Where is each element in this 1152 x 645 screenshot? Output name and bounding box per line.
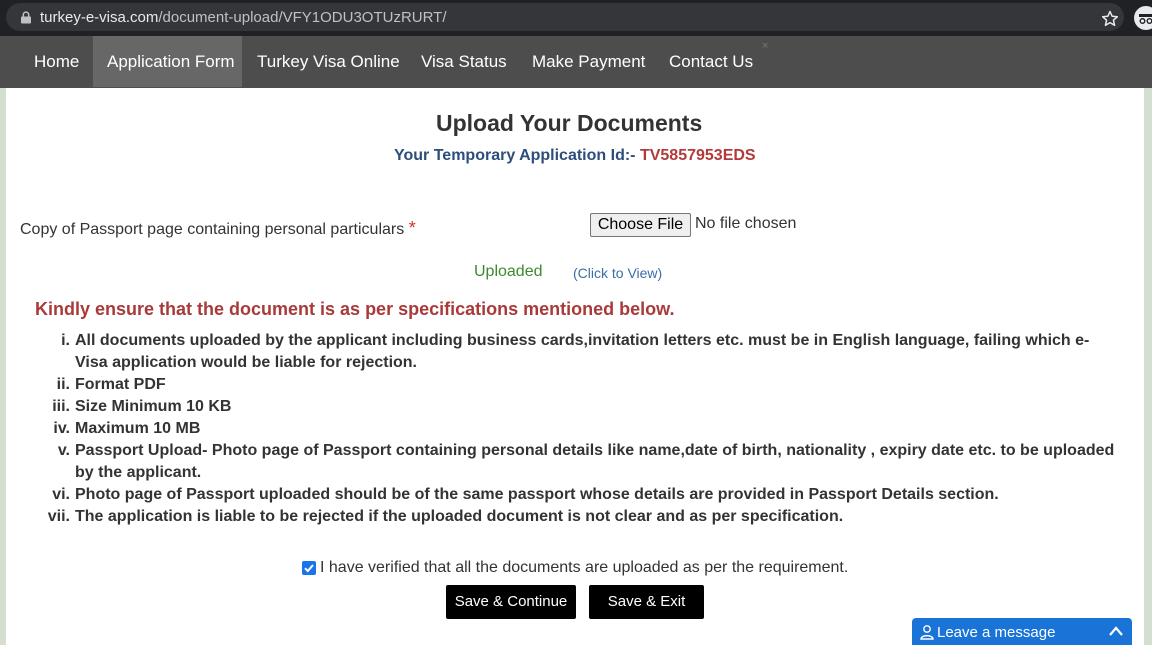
spec-text: All documents uploaded by the applicant … [75,332,1090,349]
spec-text: Passport Upload- Photo page of Passport … [75,442,1115,459]
nav-visa-status[interactable]: Visa Status [421,36,507,87]
spec-number: ii. [56,376,70,393]
click-to-view-link[interactable]: (Click to View) [573,265,662,281]
main-nav: Home Application Form Turkey Visa Online… [0,36,1152,88]
spec-text: by the applicant. [75,464,202,481]
file-status: No file chosen [695,215,797,232]
spec-number: iii. [52,398,70,415]
spec-text: Size Minimum 10 KB [75,398,232,415]
application-id: Your Temporary Application Id:- TV585795… [394,147,756,165]
chevron-up-icon[interactable] [1108,625,1124,637]
spec-number: i. [61,332,70,349]
spec-text: Maximum 10 MB [75,420,201,437]
spec-number: vi. [52,486,70,503]
spec-warning: Kindly ensure that the document is as pe… [35,299,675,319]
spec-text: Format PDF [75,376,166,393]
nav-application-form[interactable]: Application Form [93,36,242,87]
application-id-label: Your Temporary Application Id:- [394,147,636,164]
verify-checkbox[interactable] [302,561,316,575]
page-title: Upload Your Documents [436,110,703,136]
url-text[interactable]: turkey-e-visa.com/document-upload/VFY1OD… [40,9,447,26]
url-path: /document-upload/VFY1ODU3OTUzRURT/ [158,9,447,26]
url-host: turkey-e-visa.com [40,9,159,26]
url-bar[interactable]: turkey-e-visa.com/document-upload/VFY1OD… [6,3,1124,31]
save-continue-button[interactable]: Save & Continue [446,585,576,619]
required-asterisk: * [408,218,416,238]
choose-file-button[interactable]: Choose File [590,213,691,237]
page-border-right [1144,88,1152,645]
spec-number: v. [57,442,70,459]
nav-contact-us[interactable]: Contact Us [669,36,753,87]
nav-turkey-visa-online[interactable]: Turkey Visa Online [257,36,400,87]
application-id-value: TV5857953EDS [639,147,756,164]
nav-home[interactable]: Home [34,36,79,87]
lock-icon [21,11,31,24]
passport-upload-label-text: Copy of Passport page containing persona… [20,221,405,238]
save-exit-button[interactable]: Save & Exit [589,585,704,619]
browser-address-bar: turkey-e-visa.com/document-upload/VFY1OD… [0,0,1152,36]
chat-label: Leave a message [937,624,1056,641]
spec-text: Visa application would be liable for rej… [75,354,417,371]
uploaded-status: Uploaded [474,263,543,280]
user-icon [920,625,934,640]
spec-number: iv. [53,420,70,437]
nav-make-payment[interactable]: Make Payment [532,36,645,87]
spec-number: vii. [47,508,70,525]
incognito-profile-icon[interactable] [1134,6,1152,30]
passport-upload-label: Copy of Passport page containing persona… [20,218,416,239]
bookmark-star-icon[interactable] [1100,9,1120,29]
chat-widget[interactable]: Leave a message [912,618,1132,645]
spec-text: Photo page of Passport uploaded should b… [75,486,999,503]
verify-label: I have verified that all the documents a… [320,559,849,576]
spec-text: The application is liable to be rejected… [75,508,844,525]
close-icon[interactable]: × [762,40,768,52]
